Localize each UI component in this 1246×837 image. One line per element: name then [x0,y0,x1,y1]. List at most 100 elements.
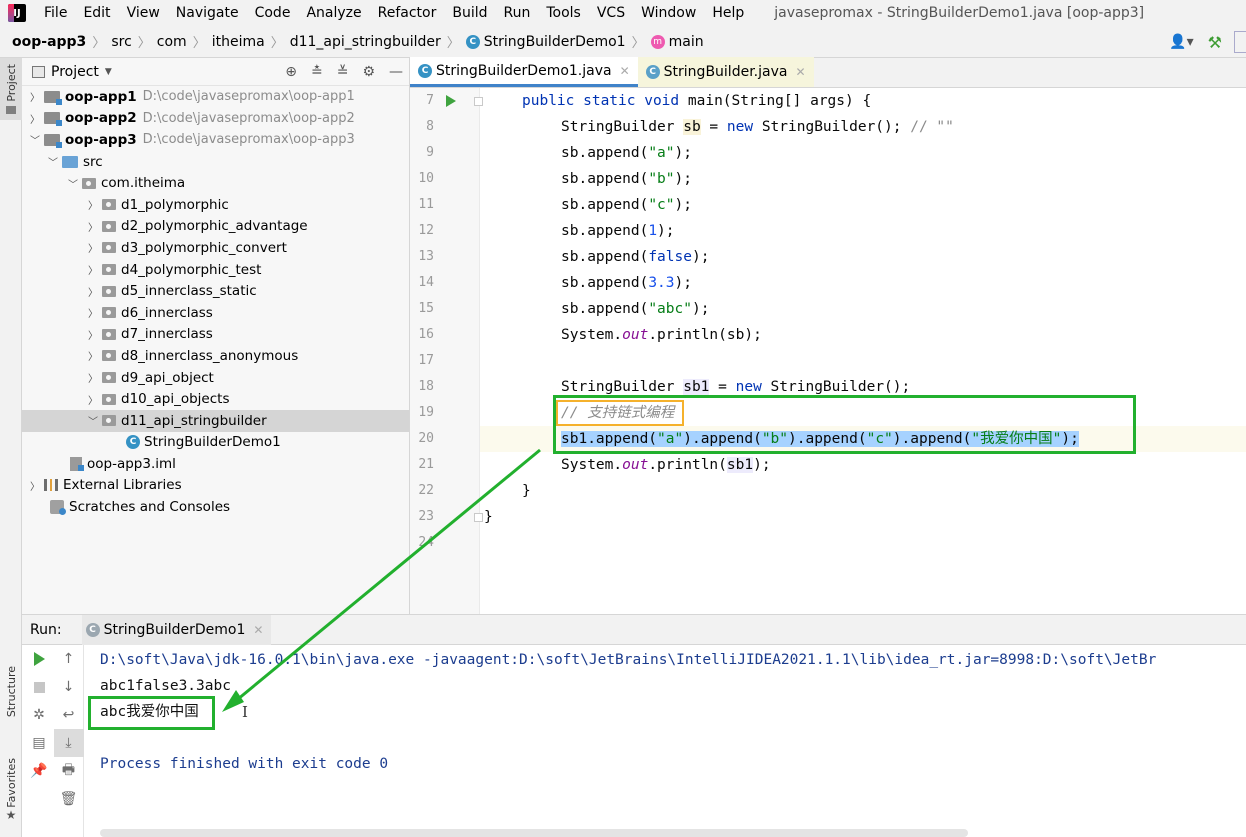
gear-icon[interactable]: ⚙ [362,64,375,80]
horizontal-scrollbar[interactable] [100,829,968,837]
tree-item-label: oop-app3.iml [87,455,176,472]
tree-item-package[interactable]: 〉 d3_polymorphic_convert [22,237,409,259]
breadcrumb-src[interactable]: src [111,34,131,50]
run-config-selector[interactable] [1234,31,1246,53]
menu-view[interactable]: View [119,0,168,26]
code-token: = [709,379,736,395]
intellij-logo-icon[interactable]: IJ [8,4,26,22]
tree-item-package[interactable]: 〉 d1_polymorphic [22,194,409,216]
chevron-right-icon[interactable]: 〉 [28,89,42,104]
locate-file-icon[interactable]: ⊕ [285,64,297,80]
close-icon[interactable]: ✕ [795,65,805,79]
breadcrumb-com[interactable]: com [157,34,187,50]
close-icon[interactable]: ✕ [620,64,630,78]
tree-item-com-itheima[interactable]: ﹀ com.itheima [22,172,409,194]
menu-file[interactable]: File [36,0,75,26]
tab-stringbuilderdemo1[interactable]: C StringBuilderDemo1.java ✕ [410,57,638,87]
print-icon[interactable]: 🖶 [54,757,84,785]
project-panel-header[interactable]: Project ▼ ⊕ ≛ ≚ ⚙ — [22,58,409,86]
tree-item-package[interactable]: 〉 d5_innerclass_static [22,280,409,302]
menu-build[interactable]: Build [444,0,495,26]
breadcrumb-class[interactable]: C StringBuilderDemo1 [465,34,626,50]
chevron-right-icon[interactable]: 〉 [86,348,100,363]
tree-item-oop-app2[interactable]: 〉 oop-app2 D:\code\javasepromax\oop-app2 [22,108,409,130]
tree-item-oop-app1[interactable]: 〉 oop-app1 D:\code\javasepromax\oop-app1 [22,86,409,108]
menu-edit[interactable]: Edit [75,0,118,26]
favorites-tool-tab[interactable]: Favorites ★ [0,758,22,822]
menu-navigate[interactable]: Navigate [168,0,247,26]
rerun-play-icon[interactable] [24,645,54,673]
chevron-down-icon[interactable]: ▼ [105,67,112,77]
chevron-down-icon[interactable]: ﹀ [28,132,42,147]
tree-item-package[interactable]: 〉 d4_polymorphic_test [22,259,409,281]
chevron-right-icon[interactable]: 〉 [28,478,42,493]
breadcrumb-method[interactable]: m main [650,34,704,50]
project-tool-tab[interactable]: Project [0,58,22,120]
menu-analyze[interactable]: Analyze [298,0,369,26]
build-hammer-icon[interactable]: ⚒ [1208,33,1222,52]
chevron-right-icon[interactable]: 〉 [86,305,100,320]
run-tab[interactable]: C StringBuilderDemo1 ✕ [81,614,272,645]
chevron-right-icon[interactable]: 〉 [86,284,100,299]
tree-item-class[interactable]: C StringBuilderDemo1 [22,432,409,454]
menu-tools[interactable]: Tools [538,0,589,26]
close-icon[interactable]: ✕ [253,623,263,637]
menu-help[interactable]: Help [704,0,752,26]
chevron-right-icon[interactable]: 〉 [86,219,100,234]
tab-stringbuilder[interactable]: C StringBuilder.java ✕ [637,57,814,87]
trash-icon[interactable]: 🗑 [54,785,84,813]
menu-window[interactable]: Window [633,0,704,26]
code-area[interactable]: public static void main(String[] args) {… [480,88,1246,614]
pin-icon[interactable]: 📌 [24,757,54,785]
run-gutter-icon[interactable] [446,95,456,107]
user-icon[interactable]: 👤▾ [1169,34,1193,50]
tree-item-scratches[interactable]: Scratches and Consoles [22,496,409,518]
tree-item-package[interactable]: 〉 d6_innerclass [22,302,409,324]
tree-item-package[interactable]: 〉 d2_polymorphic_advantage [22,216,409,238]
code-token: StringBuilder [561,119,684,135]
tree-item-package[interactable]: 〉 d8_innerclass_anonymous [22,345,409,367]
structure-tool-tab[interactable]: Structure [0,666,22,717]
chevron-down-icon[interactable]: ﹀ [86,413,100,428]
menu-refactor[interactable]: Refactor [370,0,445,26]
breadcrumb-package[interactable]: d11_api_stringbuilder [290,34,441,50]
tree-item-external-libraries[interactable]: 〉 External Libraries [22,475,409,497]
chevron-right-icon[interactable]: 〉 [86,197,100,212]
tree-item-package[interactable]: 〉 d10_api_objects [22,388,409,410]
chevron-down-icon[interactable]: ﹀ [46,154,60,169]
code-token: ); [674,145,692,161]
chevron-right-icon[interactable]: 〉 [86,327,100,342]
scroll-to-end-icon[interactable]: ⤓ [53,729,84,757]
expand-all-icon[interactable]: ≛ [311,64,323,80]
tree-item-iml[interactable]: oop-app3.iml [22,453,409,475]
menu-vcs[interactable]: VCS [589,0,633,26]
debug-bug-icon[interactable]: ✲ [24,701,54,729]
tree-item-package-selected[interactable]: ﹀ d11_api_stringbuilder [22,409,409,432]
chevron-right-icon[interactable]: 〉 [86,262,100,277]
soft-wrap-icon[interactable]: ↩ [54,701,84,729]
breadcrumb-itheima[interactable]: itheima [212,34,265,50]
breadcrumb-separator-icon: 〉 [192,36,206,51]
stop-icon[interactable] [24,673,54,701]
menu-run[interactable]: Run [496,0,539,26]
layout-icon[interactable]: ▤ [24,729,54,757]
tree-item-src[interactable]: ﹀ src [22,151,409,173]
chevron-right-icon[interactable]: 〉 [86,392,100,407]
tree-item-oop-app3[interactable]: ﹀ oop-app3 D:\code\javasepromax\oop-app3 [22,129,409,151]
tree-item-package[interactable]: 〉 d7_innerclass [22,324,409,346]
tree-item-label: d2_polymorphic_advantage [121,218,308,235]
breadcrumb-module[interactable]: oop-app3 [12,34,86,50]
arrow-up-icon[interactable]: ↑ [54,645,84,673]
console-output[interactable]: D:\soft\Java\jdk-16.0.1\bin\java.exe -ja… [88,645,1246,837]
chevron-right-icon[interactable]: 〉 [86,370,100,385]
tree-item-package[interactable]: 〉 d9_api_object [22,367,409,389]
chevron-down-icon[interactable]: ﹀ [66,176,80,191]
chevron-right-icon[interactable]: 〉 [86,240,100,255]
menu-code[interactable]: Code [247,0,299,26]
chevron-right-icon[interactable]: 〉 [28,111,42,126]
arrow-down-icon[interactable]: ↓ [54,673,84,701]
collapse-all-icon[interactable]: ≚ [337,64,349,80]
tree-item-label: d7_innerclass [121,326,213,343]
hide-panel-icon[interactable]: — [389,64,403,80]
method-icon: m [650,34,665,49]
